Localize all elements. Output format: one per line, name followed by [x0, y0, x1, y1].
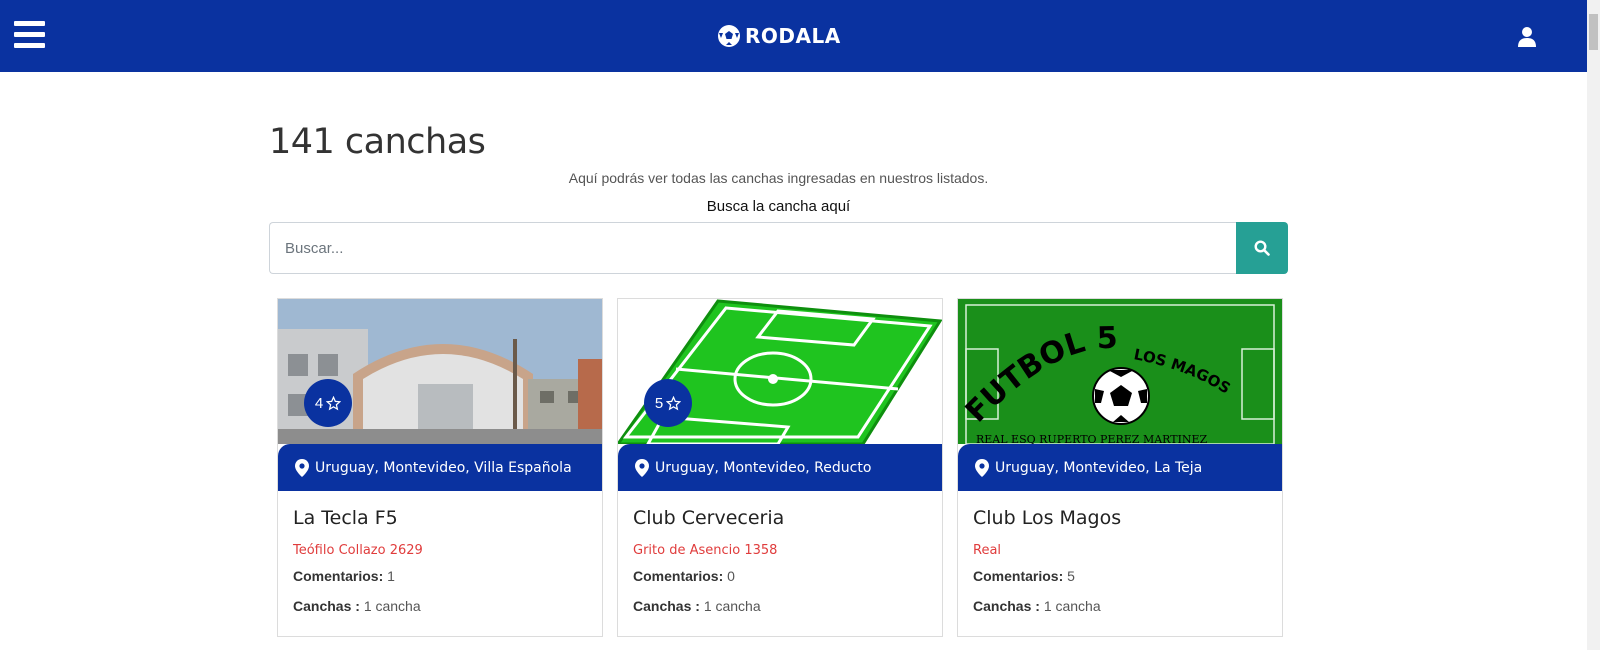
top-navbar: RODALA — [0, 0, 1587, 72]
brand-name: RODALA — [745, 24, 841, 48]
search-button[interactable] — [1236, 222, 1288, 274]
brand-logo[interactable]: RODALA — [717, 22, 841, 50]
location-text: Uruguay, Montevideo, Reducto — [655, 459, 872, 476]
search-label: Busca la cancha aquí — [706, 198, 851, 215]
courts-count: 1 cancha — [363, 598, 421, 614]
location-text: Uruguay, Montevideo, Villa Española — [315, 459, 572, 476]
star-icon — [666, 395, 682, 410]
courts-label: Canchas : — [293, 598, 360, 614]
court-card[interactable]: 5 Uruguay, Montevideo, Reducto Club Cerv… — [617, 298, 943, 637]
user-icon[interactable] — [1517, 26, 1537, 47]
map-pin-icon — [635, 458, 649, 477]
location-bar: Uruguay, Montevideo, Reducto — [618, 444, 942, 491]
page-subtitle: Aquí podrás ver todas las canchas ingres… — [568, 170, 989, 186]
comments-count: 0 — [727, 568, 735, 584]
location-text: Uruguay, Montevideo, La Teja — [995, 459, 1203, 476]
image-text-line3: REAL ESQ RUPERTO PEREZ MARTINEZ — [976, 433, 1208, 444]
location-bar: Uruguay, Montevideo, Villa Española — [278, 444, 602, 491]
comments-count: 5 — [1067, 568, 1075, 584]
court-name[interactable]: La Tecla F5 — [293, 507, 398, 529]
rating-value: 4 — [314, 394, 324, 412]
court-name[interactable]: Club Los Magos — [973, 507, 1121, 529]
courts-stat: Canchas : 1 cancha — [973, 598, 1101, 614]
search-input[interactable] — [269, 222, 1237, 274]
map-pin-icon — [975, 458, 989, 477]
courts-count: 1 cancha — [1043, 598, 1101, 614]
court-photo[interactable]: FUTBOL 5 LOS MAGOS REAL ESQ RUPERTO PERE… — [958, 299, 1282, 444]
court-card[interactable]: 4 Uruguay, Montevideo, Villa Española La… — [277, 298, 603, 637]
comments-stat: Comentarios: 0 — [633, 568, 735, 584]
search-icon — [1254, 240, 1270, 256]
rating-badge[interactable]: 5 — [644, 379, 692, 427]
comments-label: Comentarios: — [973, 568, 1064, 584]
comments-count: 1 — [387, 568, 395, 584]
comments-stat: Comentarios: 1 — [293, 568, 395, 584]
comments-label: Comentarios: — [293, 568, 384, 584]
courts-stat: Canchas : 1 cancha — [293, 598, 421, 614]
hamburger-menu-icon[interactable] — [14, 21, 45, 49]
map-pin-icon — [295, 458, 309, 477]
location-bar: Uruguay, Montevideo, La Teja — [958, 444, 1282, 491]
page-title: 141 canchas — [269, 122, 486, 162]
club-logo-image: FUTBOL 5 LOS MAGOS REAL ESQ RUPERTO PERE… — [958, 299, 1282, 444]
court-address: Grito de Asencio 1358 — [633, 543, 778, 558]
soccer-ball-icon — [718, 25, 740, 47]
comments-label: Comentarios: — [633, 568, 724, 584]
soccer-ball-graphic — [1092, 367, 1150, 425]
star-icon — [326, 395, 342, 410]
courts-label: Canchas : — [633, 598, 700, 614]
rating-badge[interactable]: 4 — [304, 379, 352, 427]
court-address: Real — [973, 543, 1002, 558]
courts-stat: Canchas : 1 cancha — [633, 598, 761, 614]
comments-stat: Comentarios: 5 — [973, 568, 1075, 584]
rating-value: 5 — [654, 394, 664, 412]
scrollbar[interactable] — [1587, 0, 1600, 650]
scrollbar-thumb[interactable] — [1589, 14, 1598, 50]
court-address: Teófilo Collazo 2629 — [293, 543, 423, 558]
court-card[interactable]: FUTBOL 5 LOS MAGOS REAL ESQ RUPERTO PERE… — [957, 298, 1283, 637]
courts-label: Canchas : — [973, 598, 1040, 614]
courts-count: 1 cancha — [703, 598, 761, 614]
court-name[interactable]: Club Cerveceria — [633, 507, 784, 529]
